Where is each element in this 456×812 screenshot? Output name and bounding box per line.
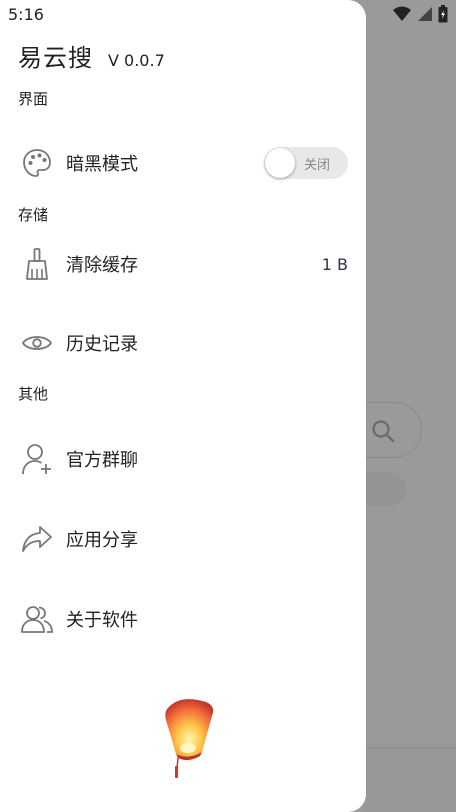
navigation-drawer: 易云搜 V 0.0.7 界面 暗黑模式 关闭 存储 清除缓存 1 B 历史记录 … [0,0,366,812]
cache-size-value: 1 B [321,254,348,274]
section-label-storage: 存储 [18,206,49,224]
dark-mode-label: 暗黑模式 [66,154,138,175]
about-item[interactable]: 关于软件 [0,591,366,647]
dark-mode-toggle[interactable]: 关闭 [264,147,348,179]
section-label-interface: 界面 [18,90,49,108]
share-icon [20,522,54,556]
dark-mode-item[interactable]: 暗黑模式 关闭 [0,135,366,191]
wifi-icon [393,6,411,21]
history-item[interactable]: 历史记录 [0,315,366,371]
status-icons [392,5,448,23]
share-app-label: 应用分享 [66,530,138,551]
battery-icon [438,5,448,23]
users-icon [20,602,54,636]
share-app-item[interactable]: 应用分享 [0,511,366,567]
section-label-other: 其他 [18,385,49,403]
palette-icon [20,146,54,180]
add-user-icon [20,442,54,476]
eye-icon [20,326,54,360]
toggle-state-text: 关闭 [304,158,331,173]
lantern-icon [165,699,214,778]
search-icon [372,420,395,443]
app-version: V 0.0.7 [108,51,165,70]
clear-cache-item[interactable]: 清除缓存 1 B [0,236,366,292]
background-bottom-bar [366,748,456,812]
app-title: 易云搜 [18,44,93,72]
history-label: 历史记录 [66,334,138,355]
group-chat-label: 官方群聊 [66,450,138,471]
signal-icon [418,7,432,21]
broom-icon [20,247,54,281]
group-chat-item[interactable]: 官方群聊 [0,431,366,487]
toggle-knob [265,148,295,178]
status-time: 5:16 [8,5,44,24]
about-label: 关于软件 [66,610,138,631]
screen: 5:16 易云搜 V 0.0.7 界面 暗黑模式 关闭 存储 清除缓存 1 B … [0,0,456,812]
clear-cache-label: 清除缓存 [66,255,138,276]
